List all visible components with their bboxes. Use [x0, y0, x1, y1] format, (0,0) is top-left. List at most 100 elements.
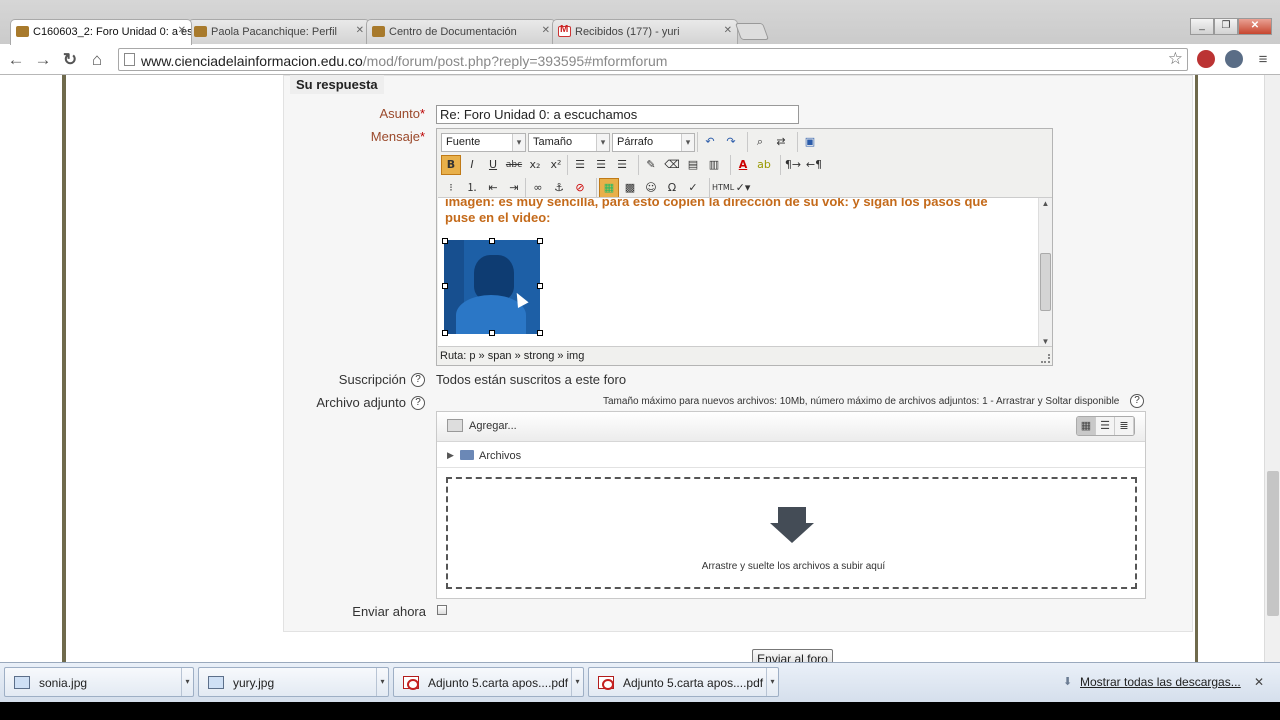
wrench-menu-icon[interactable]: ≡: [1252, 49, 1274, 71]
folder-label[interactable]: Archivos: [479, 450, 521, 462]
tree-view-icon[interactable]: ≣: [1115, 417, 1134, 435]
page-scroll-thumb[interactable]: [1267, 471, 1279, 616]
editor-resize-grip-icon[interactable]: [1041, 354, 1050, 363]
reload-icon[interactable]: ↻: [59, 49, 81, 71]
replace-icon[interactable]: ⇄: [771, 132, 791, 152]
editor-content-area[interactable]: imagen: es muy sencilla, para esto copie…: [438, 197, 1052, 347]
bullet-list-icon[interactable]: ⁝: [441, 178, 461, 198]
close-tab-icon[interactable]: ✕: [542, 25, 550, 36]
home-icon[interactable]: ⌂: [86, 49, 108, 71]
drop-zone[interactable]: Arrastre y suelte los archivos a subir a…: [446, 477, 1137, 589]
resize-handle[interactable]: [489, 330, 495, 336]
find-icon[interactable]: ⌕: [750, 132, 770, 152]
download-item[interactable]: Adjunto 5.carta apos....pdf ▾: [588, 667, 779, 697]
ltr-icon[interactable]: ¶→: [783, 155, 803, 175]
close-tab-icon[interactable]: ✕: [724, 25, 732, 36]
embedded-image[interactable]: [444, 240, 540, 334]
subject-input[interactable]: Re: Foro Unidad 0: a escuchamos: [436, 105, 799, 124]
highlight-color-icon[interactable]: ab: [754, 155, 774, 175]
scroll-down-icon[interactable]: ▼: [1039, 336, 1052, 346]
scroll-thumb[interactable]: [1040, 253, 1051, 311]
show-all-downloads-link[interactable]: Mostrar todas las descargas...: [1063, 675, 1241, 689]
italic-button[interactable]: I: [462, 155, 482, 175]
tab-documentation[interactable]: Centro de Documentación ✕: [366, 19, 556, 44]
address-bar[interactable]: www.cienciadelainformacion.edu.co/mod/fo…: [118, 48, 1188, 71]
subscript-button[interactable]: x₂: [525, 155, 545, 175]
resize-handle[interactable]: [489, 238, 495, 244]
editor-scrollbar[interactable]: ▲ ▼: [1038, 198, 1052, 346]
resize-handle[interactable]: [537, 238, 543, 244]
list-view-icon[interactable]: ☰: [1096, 417, 1115, 435]
tab-gmail[interactable]: Recibidos (177) - yuri ✕: [552, 19, 738, 44]
size-select[interactable]: Tamaño: [528, 132, 610, 152]
special-char-icon[interactable]: Ω: [662, 178, 682, 198]
expand-triangle-icon[interactable]: ▶: [447, 450, 454, 461]
superscript-button[interactable]: x²: [546, 155, 566, 175]
cleanup-icon[interactable]: ✎: [641, 155, 661, 175]
add-file-button[interactable]: Agregar...: [447, 419, 517, 432]
image-icon[interactable]: ▦: [599, 178, 619, 198]
fullscreen-icon[interactable]: ▣: [800, 132, 820, 152]
minimize-button[interactable]: _: [1190, 18, 1214, 35]
media-icon[interactable]: ▩: [620, 178, 640, 198]
send-now-checkbox[interactable]: [437, 605, 447, 615]
new-tab-button[interactable]: [734, 23, 770, 40]
help-icon[interactable]: ?: [411, 373, 425, 387]
font-select[interactable]: Fuente: [441, 132, 526, 152]
paste-word-icon[interactable]: ▥: [704, 155, 724, 175]
redo-icon[interactable]: ↷: [721, 132, 741, 152]
forward-arrow-icon[interactable]: →: [32, 49, 54, 71]
bookmark-star-icon[interactable]: ☆: [1168, 49, 1183, 69]
numbered-list-icon[interactable]: ⒈: [462, 178, 482, 198]
download-menu-icon[interactable]: ▾: [571, 668, 583, 696]
page-scrollbar[interactable]: [1264, 75, 1280, 662]
back-arrow-icon[interactable]: ←: [5, 49, 27, 71]
link-icon[interactable]: ∞: [528, 178, 548, 198]
download-menu-icon[interactable]: ▾: [181, 668, 193, 696]
spellcheck-icon[interactable]: ✓: [683, 178, 703, 198]
format-select[interactable]: Párrafo: [612, 132, 695, 152]
download-item[interactable]: sonia.jpg ▾: [4, 667, 194, 697]
text-color-icon[interactable]: A: [733, 155, 753, 175]
indent-icon[interactable]: ⇥: [504, 178, 524, 198]
resize-handle[interactable]: [537, 330, 543, 336]
close-window-button[interactable]: ✕: [1238, 18, 1272, 35]
close-tab-icon[interactable]: ✕: [356, 25, 364, 36]
unlink-icon[interactable]: ⊘: [570, 178, 590, 198]
paste-text-icon[interactable]: ▤: [683, 155, 703, 175]
download-item[interactable]: Adjunto 5.carta apos....pdf ▾: [393, 667, 584, 697]
outdent-icon[interactable]: ⇤: [483, 178, 503, 198]
download-item[interactable]: yury.jpg ▾: [198, 667, 389, 697]
close-tab-icon[interactable]: ✕: [178, 25, 186, 36]
align-left-icon[interactable]: ☰: [570, 155, 590, 175]
download-menu-icon[interactable]: ▾: [766, 668, 778, 696]
extension-icon[interactable]: [1197, 50, 1215, 68]
icon-view-icon[interactable]: ▦: [1077, 417, 1096, 435]
eraser-icon[interactable]: ⌫: [662, 155, 682, 175]
tab-profile[interactable]: Paola Pacanchique: Perfil ✕: [188, 19, 370, 44]
resize-handle[interactable]: [442, 238, 448, 244]
download-menu-icon[interactable]: ▾: [376, 668, 388, 696]
help-icon[interactable]: ?: [411, 396, 425, 410]
moodle-link-icon[interactable]: ⚓: [549, 178, 569, 198]
html-source-icon[interactable]: HTML: [712, 178, 734, 198]
help-icon[interactable]: ?: [1130, 394, 1144, 408]
close-download-bar-icon[interactable]: ✕: [1254, 675, 1264, 689]
rtl-icon[interactable]: ←¶: [804, 155, 824, 175]
submit-button[interactable]: Enviar al foro: [752, 649, 833, 662]
align-center-icon[interactable]: ☰: [591, 155, 611, 175]
resize-handle[interactable]: [442, 283, 448, 289]
maximize-button[interactable]: ❐: [1214, 18, 1238, 35]
tab-forum[interactable]: C160603_2: Foro Unidad 0: a escuchamos ✕: [10, 19, 192, 45]
scroll-up-icon[interactable]: ▲: [1039, 198, 1052, 210]
bold-button[interactable]: B: [441, 155, 461, 175]
resize-handle[interactable]: [537, 283, 543, 289]
align-right-icon[interactable]: ☰: [612, 155, 632, 175]
spell-dropdown-icon[interactable]: ✓▾: [733, 178, 753, 198]
undo-icon[interactable]: ↶: [700, 132, 720, 152]
emoticon-icon[interactable]: ☺: [641, 178, 661, 198]
extension-icon[interactable]: [1225, 50, 1243, 68]
underline-button[interactable]: U: [483, 155, 503, 175]
strikethrough-button[interactable]: abc: [504, 155, 524, 175]
resize-handle[interactable]: [442, 330, 448, 336]
